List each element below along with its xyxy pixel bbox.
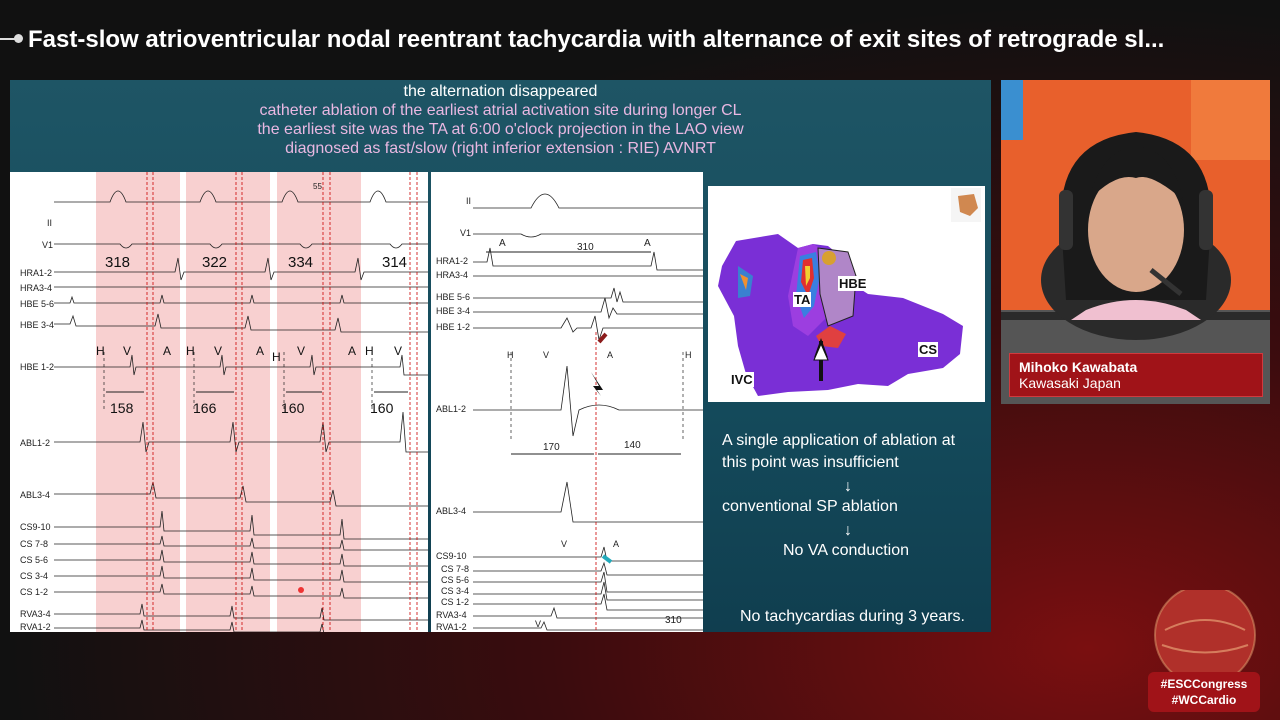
lead-label: RVA3-4	[20, 609, 51, 619]
lead-label: ABL3-4	[436, 506, 467, 516]
ablation-note-3: conventional SP ablation	[722, 498, 898, 515]
marker-a: A	[348, 344, 357, 358]
egm-traces-2	[473, 193, 703, 632]
lead-label: V1	[460, 228, 472, 238]
marker-v: V	[394, 344, 403, 358]
hashtag: #WCCardio	[1171, 693, 1237, 707]
marker-a: A	[499, 238, 506, 249]
ablation-note-4: No VA conduction	[783, 542, 910, 559]
marker-v: V	[543, 350, 550, 360]
marker-a: A	[613, 539, 620, 549]
lead-label: CS 5-6	[20, 555, 49, 565]
hv-interval: 160	[370, 400, 394, 416]
lead-label: RVA1-2	[436, 622, 467, 632]
marker-h: H	[96, 344, 105, 358]
session-title-bar: Fast-slow atrioventricular nodal reentra…	[0, 20, 1280, 60]
heart-map-graphic	[718, 188, 981, 396]
lead-label: CS 5-6	[441, 575, 470, 585]
hv-interval: 160	[281, 400, 305, 416]
hv-interval: 158	[110, 400, 134, 416]
marker-h: H	[507, 350, 514, 360]
lead-label: CS 3-4	[20, 571, 49, 581]
slide-heading: the alternation disappeared catheter abl…	[10, 82, 991, 158]
cycle-length: 318	[105, 254, 131, 271]
lead-label: HBE 5-6	[436, 292, 471, 302]
lead-label: CS 7-8	[441, 564, 470, 574]
lead-label: ABL3-4	[20, 490, 51, 500]
interval-label: 140	[624, 440, 641, 451]
marker-a: A	[163, 344, 172, 358]
lead-label: CS 7-8	[20, 539, 49, 549]
arrow-down-1: ↓	[844, 478, 852, 495]
map-label-cs: CS	[918, 342, 939, 357]
lead-label: HBE 3-4	[20, 320, 55, 330]
congress-globe-logo	[1154, 590, 1256, 680]
marker-v: V	[297, 344, 306, 358]
slide-subheading-2: the earliest site was the TA at 6:00 o'c…	[257, 121, 744, 138]
slide-subheading-1: catheter ablation of the earliest atrial…	[259, 102, 742, 119]
lead-label: HRA1-2	[436, 256, 469, 266]
map-label-ta: TA	[793, 292, 812, 307]
ablation-note-2: this point was insufficient	[722, 454, 899, 471]
hashtag-badge: #ESCCongress #WCCardio	[1148, 672, 1260, 712]
lead-label: RVA1-2	[20, 622, 51, 632]
ablation-note-1: A single application of ablation at	[722, 432, 956, 449]
lead-label: ABL1-2	[436, 404, 467, 414]
egm-tracing-ablation: II V1 HRA1-2 HRA3-4 HBE 5-6 HBE 3-4 HBE …	[431, 172, 703, 632]
marker-a: A	[607, 350, 614, 360]
lead-label: RVA3-4	[436, 610, 467, 620]
lead-label: II	[47, 218, 53, 228]
lead-label: HRA3-4	[436, 270, 469, 280]
lead-label: HBE 1-2	[436, 322, 471, 332]
session-title: Fast-slow atrioventricular nodal reentra…	[28, 26, 1165, 53]
lead-label: HBE 3-4	[436, 306, 471, 316]
cycle-length: 334	[288, 254, 314, 271]
map-label-ivc: IVC	[730, 372, 754, 387]
interval-label: 170	[543, 442, 560, 453]
lead-label: CS 1-2	[441, 597, 470, 607]
lead-label: HBE 5-6	[20, 299, 55, 309]
speaker-lower-third: Mihoko Kawabata Kawasaki Japan	[1009, 353, 1263, 397]
activation-map: TA HBE CS IVC	[708, 186, 985, 402]
marker-a: A	[256, 344, 265, 358]
lead-label: HBE 1-2	[20, 362, 55, 372]
marker-v: V	[561, 539, 568, 549]
cycle-length-bottom: 310	[665, 615, 682, 626]
speaker-affiliation: Kawasaki Japan	[1019, 375, 1121, 391]
marker-h: H	[365, 344, 374, 358]
lead-label: CS9-10	[20, 522, 51, 532]
title-bullet-dot	[14, 34, 23, 43]
marker-v: V	[535, 619, 542, 629]
lead-label: HRA1-2	[20, 268, 53, 278]
lead-label: CS9-10	[436, 551, 467, 561]
marker-h: H	[685, 350, 692, 360]
marker-h: H	[272, 350, 281, 364]
slide-footer-note: No tachycardias during 3 years.	[740, 608, 965, 625]
lead-label: CS 1-2	[20, 587, 49, 597]
hashtag: #ESCCongress	[1160, 677, 1248, 691]
slide-subheading-3: diagnosed as fast/slow (right inferior e…	[285, 140, 716, 157]
arrow-down-2: ↓	[844, 522, 852, 539]
lead-label: CS 3-4	[441, 586, 470, 596]
egm-traces-1	[54, 172, 428, 632]
marker-v: V	[214, 344, 223, 358]
lead-label: V1	[42, 240, 54, 250]
marker-h: H	[186, 344, 195, 358]
hv-interval: 166	[193, 400, 217, 416]
marker-a: A	[644, 238, 651, 249]
presentation-slide: the alternation disappeared catheter abl…	[10, 80, 991, 632]
lead-label: II	[466, 196, 472, 206]
egm-tracing-tachycardia: II V1 HRA1-2 HRA3-4 HBE 5-6 HBE 3-4 HBE …	[10, 172, 428, 632]
map-label-hbe: HBE	[838, 276, 868, 291]
marker-v: V	[123, 344, 132, 358]
cycle-length: 310	[577, 242, 594, 253]
cycle-length: 314	[382, 254, 408, 271]
speaker-name: Mihoko Kawabata	[1019, 359, 1138, 375]
lead-label: ABL1-2	[20, 438, 51, 448]
lead-label: HRA3-4	[20, 283, 53, 293]
cycle-length: 322	[202, 254, 228, 271]
slide-heading-main: the alternation disappeared	[403, 83, 598, 100]
top-mark: 55	[313, 182, 322, 191]
